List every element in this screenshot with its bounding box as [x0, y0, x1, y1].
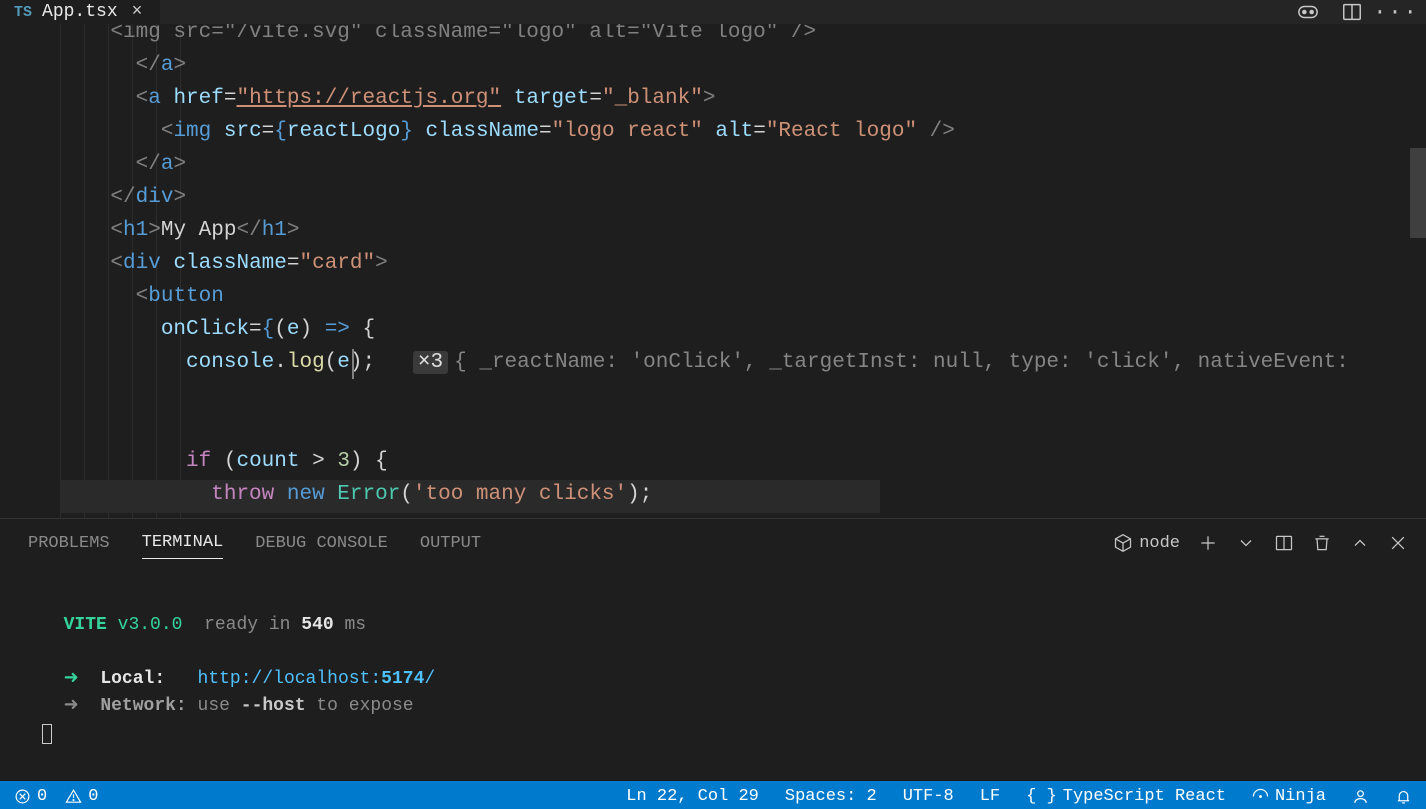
close-tab-icon[interactable]: ×: [128, 2, 147, 22]
panel-actions: node: [1113, 533, 1408, 553]
file-lang-badge: TS: [14, 4, 32, 21]
maximize-panel-icon[interactable]: [1350, 533, 1370, 553]
split-editor-icon[interactable]: [1340, 0, 1364, 24]
more-actions-icon[interactable]: ···: [1384, 0, 1408, 24]
terminal-line-vite: VITE v3.0.0 ready in 540 ms: [42, 615, 366, 635]
bottom-panel: PROBLEMS TERMINAL DEBUG CONSOLE OUTPUT n…: [0, 518, 1426, 781]
terminal-launch-dropdown-icon[interactable]: [1236, 533, 1256, 553]
terminal-cursor: [42, 724, 52, 744]
minimap[interactable]: [1410, 24, 1426, 518]
status-encoding[interactable]: UTF-8: [903, 787, 954, 806]
status-cursor-position[interactable]: Ln 22, Col 29: [626, 787, 759, 806]
panel-tab-terminal[interactable]: TERMINAL: [142, 527, 224, 559]
inline-log-hint[interactable]: ×3{ _reactName: 'onClick', _targetInst: …: [413, 351, 1349, 374]
editor-gutter: [0, 24, 60, 518]
editor-tab-app-tsx[interactable]: TS App.tsx ×: [0, 0, 161, 24]
panel-tab-bar: PROBLEMS TERMINAL DEBUG CONSOLE OUTPUT n…: [0, 519, 1426, 567]
kill-terminal-icon[interactable]: [1312, 533, 1332, 553]
inline-cursor-marker: [352, 349, 354, 379]
split-terminal-icon[interactable]: [1274, 533, 1294, 553]
panel-tab-problems[interactable]: PROBLEMS: [28, 528, 110, 559]
status-ninja[interactable]: Ninja: [1252, 787, 1326, 806]
code-content: <img src="/vite.svg" className="logo" al…: [60, 24, 1349, 511]
file-name: App.tsx: [42, 2, 118, 22]
tab-bar: TS App.tsx × ···: [0, 0, 1426, 24]
editor-title-actions: ···: [1278, 0, 1426, 24]
status-warnings[interactable]: 0: [65, 787, 98, 806]
code-editor[interactable]: <img src="/vite.svg" className="logo" al…: [0, 24, 1426, 518]
status-indentation[interactable]: Spaces: 2: [785, 787, 877, 806]
status-language-mode[interactable]: { } TypeScript React: [1026, 787, 1226, 806]
terminal-body[interactable]: VITE v3.0.0 ready in 540 ms ➜ Local: htt…: [0, 567, 1426, 781]
panel-tab-output[interactable]: OUTPUT: [420, 528, 481, 559]
close-panel-icon[interactable]: [1388, 533, 1408, 553]
terminal-profile-button[interactable]: node: [1113, 533, 1180, 553]
status-bar: 0 0 Ln 22, Col 29 Spaces: 2 UTF-8 LF { }…: [0, 781, 1426, 809]
new-terminal-icon[interactable]: [1198, 533, 1218, 553]
console-ninja-icon[interactable]: [1296, 0, 1320, 24]
tabs: TS App.tsx ×: [0, 0, 161, 24]
terminal-line-local: ➜ Local: http://localhost:5174/: [42, 669, 435, 689]
terminal-line-network: ➜ Network: use --host to expose: [42, 696, 414, 716]
panel-tab-debug-console[interactable]: DEBUG CONSOLE: [255, 528, 388, 559]
status-errors[interactable]: 0: [14, 787, 47, 806]
status-eol[interactable]: LF: [980, 787, 1000, 806]
